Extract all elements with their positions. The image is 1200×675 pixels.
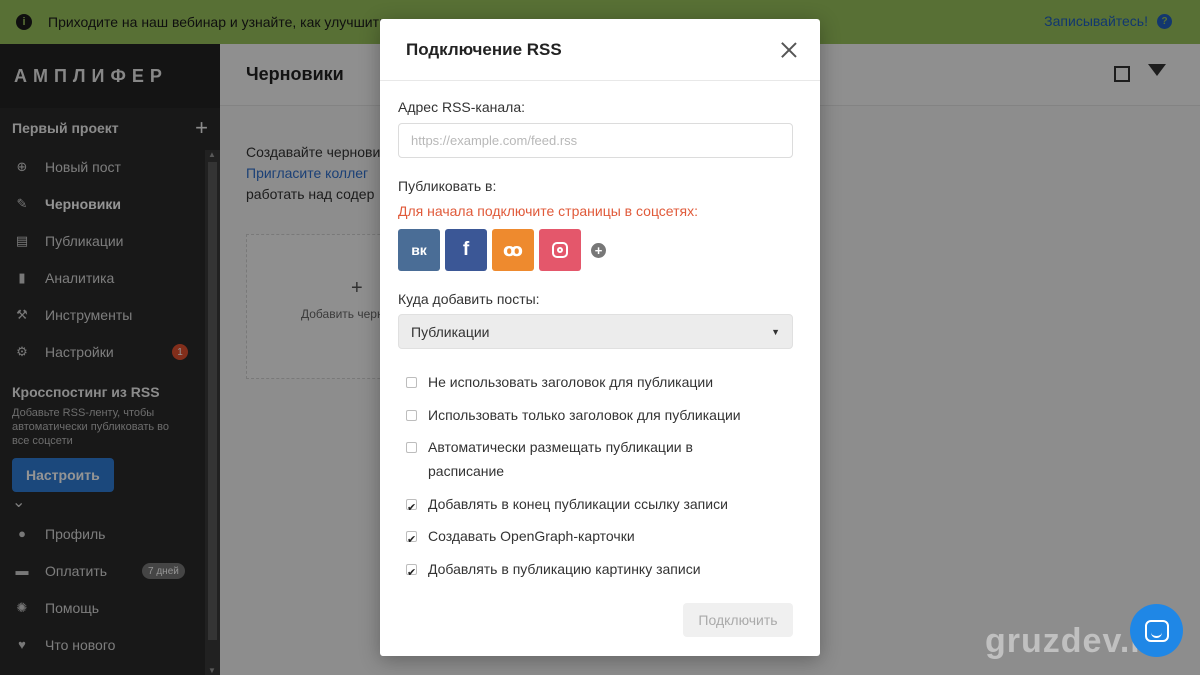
option-opengraph[interactable]: Создавать OpenGraph-карточки: [406, 524, 776, 552]
checkbox-checked[interactable]: [406, 528, 417, 552]
rss-url-input[interactable]: [398, 123, 793, 158]
destination-label: Куда добавить посты:: [398, 291, 540, 307]
connect-button[interactable]: Подключить: [683, 603, 793, 637]
publish-to-label: Публиковать в:: [398, 178, 497, 194]
checkbox[interactable]: [406, 377, 417, 388]
destination-value: Публикации: [411, 323, 490, 340]
facebook-icon: f: [462, 239, 470, 260]
instagram-icon: [552, 242, 568, 258]
connect-warning: Для начала подключите страницы в соцсетя…: [398, 203, 699, 219]
option-add-image[interactable]: Добавлять в публикацию картинку записи: [406, 557, 776, 585]
option-label: Добавлять в публикацию картинку записи: [428, 561, 701, 577]
option-title-only[interactable]: Использовать только заголовок для публик…: [406, 403, 776, 427]
add-social-icon[interactable]: +: [591, 242, 606, 258]
dialog-title: Подключение RSS: [380, 19, 820, 81]
option-auto-schedule[interactable]: Автоматически размещать публикации в рас…: [406, 435, 726, 483]
instagram-button[interactable]: [539, 229, 581, 271]
checkbox-checked[interactable]: [406, 496, 417, 520]
close-icon[interactable]: [780, 41, 798, 59]
option-label: Создавать OpenGraph-карточки: [428, 528, 635, 544]
option-label: Не использовать заголовок для публикации: [428, 374, 714, 390]
option-label: Автоматически размещать публикации в рас…: [428, 439, 693, 479]
chat-button[interactable]: [1130, 604, 1183, 657]
destination-select[interactable]: Публикации ▼: [398, 314, 793, 349]
chat-icon: [1144, 619, 1169, 642]
vk-icon: вк: [411, 242, 427, 258]
rss-url-label: Адрес RSS-канала:: [398, 99, 525, 115]
caret-down-icon: ▼: [771, 327, 780, 337]
option-label: Использовать только заголовок для публик…: [428, 407, 741, 423]
rss-connect-dialog: Подключение RSS Адрес RSS-канала: Публик…: [380, 19, 820, 656]
odnoklassniki-button[interactable]: ꝏ: [492, 229, 534, 271]
facebook-button[interactable]: f: [445, 229, 487, 271]
odnoklassniki-icon: ꝏ: [503, 239, 523, 260]
checkbox[interactable]: [406, 442, 417, 453]
vk-button[interactable]: вк: [398, 229, 440, 271]
checkbox[interactable]: [406, 410, 417, 421]
option-no-title[interactable]: Не использовать заголовок для публикации: [406, 370, 776, 394]
option-append-link[interactable]: Добавлять в конец публикации ссылку запи…: [406, 492, 776, 520]
checkbox-checked[interactable]: [406, 561, 417, 585]
social-buttons: вк f ꝏ +: [398, 229, 606, 271]
option-label: Добавлять в конец публикации ссылку запи…: [428, 496, 728, 512]
